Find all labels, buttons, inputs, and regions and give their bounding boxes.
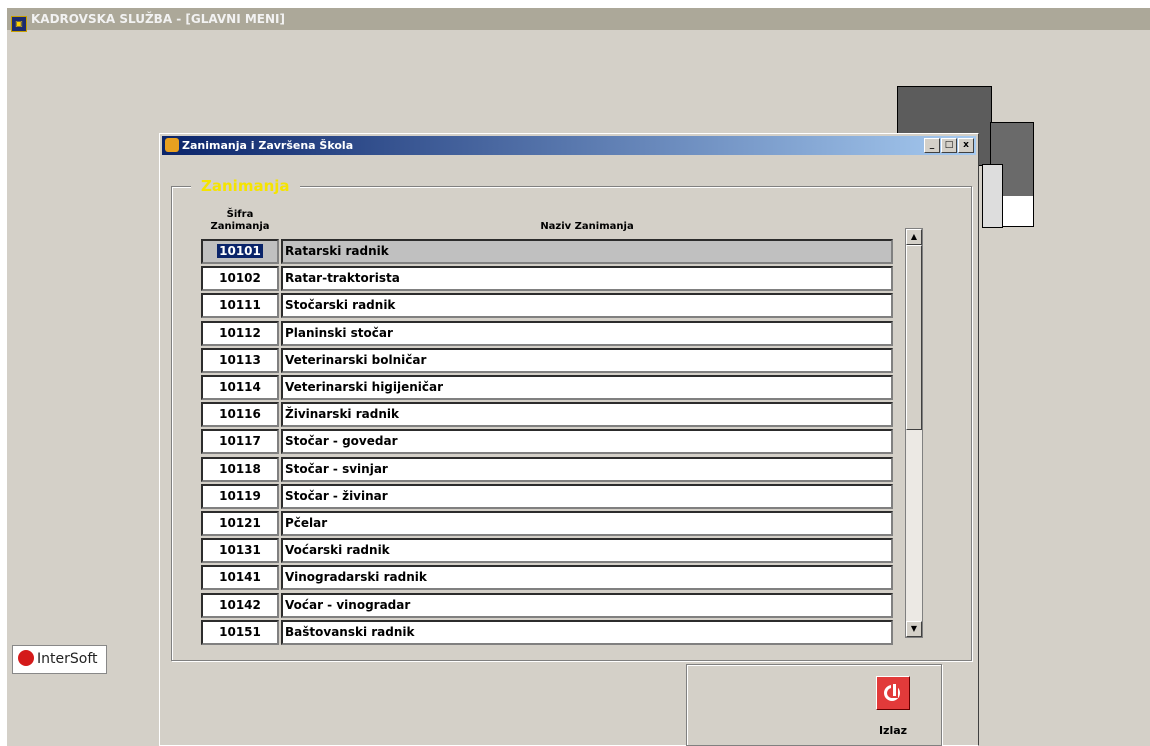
scroll-down-arrow-icon[interactable]: ▼ bbox=[906, 621, 922, 637]
occupation-code-value: 10142 bbox=[219, 597, 261, 612]
occupation-code-field[interactable]: 10112 bbox=[201, 320, 279, 346]
app-icon: ▣ bbox=[11, 16, 27, 32]
occupation-code-value: 10117 bbox=[219, 434, 261, 449]
occupation-code-value: 10141 bbox=[219, 570, 261, 585]
group-title: Zanimanja bbox=[191, 176, 300, 196]
occupation-name-field[interactable]: Veterinarski higijeničar bbox=[281, 375, 893, 400]
occupation-name-field[interactable]: Stočarski radnik bbox=[281, 293, 893, 319]
occupation-name-field[interactable]: Stočar - živinar bbox=[281, 483, 893, 509]
occupation-code-field[interactable]: 10119 bbox=[201, 483, 279, 509]
occupation-code-field[interactable]: 10121 bbox=[201, 511, 279, 536]
column-header-code: Šifra Zanimanja bbox=[201, 209, 279, 233]
decorative-block bbox=[982, 164, 1003, 228]
occupation-code-field[interactable]: 10114 bbox=[201, 375, 279, 400]
minimize-button[interactable]: _ bbox=[924, 138, 940, 153]
app-title: KADROVSKA SLUŽBA - [GLAVNI MENI] bbox=[31, 12, 285, 26]
occupation-code-value: 10102 bbox=[219, 271, 261, 286]
app-title-bar: ▣ KADROVSKA SLUŽBA - [GLAVNI MENI] bbox=[7, 8, 1150, 32]
window-buttons: _ □ x bbox=[923, 138, 974, 157]
occupation-code-value: 10118 bbox=[219, 461, 261, 476]
column-header-name: Naziv Zanimanja bbox=[540, 221, 634, 232]
occupation-code-field[interactable]: 10101 bbox=[201, 239, 279, 264]
occupation-code-field[interactable]: 10102 bbox=[201, 266, 279, 292]
logo-text: InterSoft bbox=[37, 651, 98, 667]
occupation-code-field[interactable]: 10111 bbox=[201, 293, 279, 319]
occupation-name-field[interactable]: Živinarski radnik bbox=[281, 402, 893, 428]
occupation-code-value: 10131 bbox=[219, 543, 261, 558]
logo-dot-icon bbox=[18, 650, 34, 666]
occupation-code-field[interactable]: 10118 bbox=[201, 456, 279, 482]
scroll-up-arrow-icon[interactable]: ▲ bbox=[906, 229, 922, 245]
occupation-name-field[interactable]: Voćar - vinogradar bbox=[281, 592, 893, 618]
occupation-name-field[interactable]: Pčelar bbox=[281, 511, 893, 536]
close-button[interactable]: x bbox=[958, 138, 974, 153]
occupation-code-value: 10121 bbox=[219, 516, 261, 530]
occupation-code-value: 10119 bbox=[219, 488, 261, 503]
occupation-name-field[interactable]: Ratarski radnik bbox=[281, 239, 893, 264]
occupation-name-field[interactable]: Ratar-traktorista bbox=[281, 266, 893, 292]
occupation-code-field[interactable]: 10116 bbox=[201, 402, 279, 428]
occupation-code-value: 10151 bbox=[219, 624, 261, 639]
occupation-name-field[interactable]: Vinogradarski radnik bbox=[281, 565, 893, 591]
occupation-code-field[interactable]: 10117 bbox=[201, 429, 279, 455]
scroll-thumb[interactable] bbox=[906, 245, 922, 430]
power-icon-bar bbox=[891, 682, 898, 698]
occupation-code-value: 10116 bbox=[219, 407, 261, 422]
dialog-title: Zanimanja i Završena Škola bbox=[182, 139, 354, 152]
desktop: ▣ KADROVSKA SLUŽBA - [GLAVNI MENI] InterS… bbox=[7, 8, 1150, 746]
column-header-code-line1: Šifra bbox=[226, 209, 254, 220]
occupation-name-field[interactable]: Baštovanski radnik bbox=[281, 619, 893, 645]
occupation-code-field[interactable]: 10151 bbox=[201, 619, 279, 645]
occupation-name-field[interactable]: Veterinarski bolničar bbox=[281, 347, 893, 373]
exit-label: Izlaz bbox=[878, 724, 908, 737]
occupation-code-value: 10111 bbox=[219, 298, 261, 313]
occupation-code-field[interactable]: 10141 bbox=[201, 565, 279, 591]
occupation-code-field[interactable]: 10131 bbox=[201, 538, 279, 564]
occupation-code-value: 10101 bbox=[217, 244, 263, 258]
occupations-dialog: Zanimanja i Završena Škola _ □ x Zanimanja… bbox=[159, 133, 979, 746]
dialog-icon bbox=[165, 138, 179, 152]
occupation-name-field[interactable]: Planinski stočar bbox=[281, 320, 893, 346]
occupation-name-field[interactable]: Voćarski radnik bbox=[281, 538, 893, 564]
occupation-code-value: 10113 bbox=[219, 352, 261, 367]
column-header-code-line2: Zanimanja bbox=[210, 221, 270, 232]
occupation-name-field[interactable]: Stočar - govedar bbox=[281, 429, 893, 455]
exit-button[interactable] bbox=[876, 676, 910, 710]
dialog-title-bar[interactable]: Zanimanja i Završena Škola _ □ x bbox=[162, 136, 976, 155]
occupation-code-field[interactable]: 10113 bbox=[201, 347, 279, 373]
intersoft-logo: InterSoft bbox=[12, 645, 107, 674]
occupation-code-field[interactable]: 10142 bbox=[201, 592, 279, 618]
maximize-button[interactable]: □ bbox=[941, 138, 957, 153]
occupation-name-field[interactable]: Stočar - svinjar bbox=[281, 456, 893, 482]
vertical-scrollbar[interactable]: ▲ ▼ bbox=[905, 228, 923, 638]
occupation-code-value: 10114 bbox=[219, 380, 261, 394]
occupation-code-value: 10112 bbox=[219, 325, 261, 340]
